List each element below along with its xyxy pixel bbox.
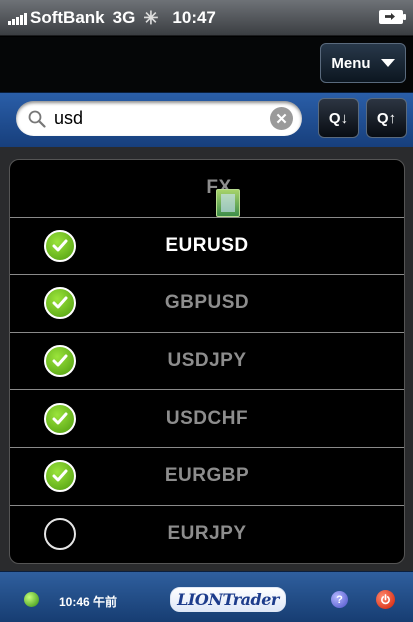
signal-strength-icon: [8, 11, 27, 25]
list-item[interactable]: EURGBP: [10, 448, 404, 506]
checkmark-icon[interactable]: [44, 229, 76, 262]
checkmark-icon[interactable]: [44, 460, 76, 493]
carrier-name: SoftBank: [30, 7, 105, 27]
clock: 10:47: [172, 7, 216, 27]
footer-bar: 10:46 午前 LIONTrader ?: [0, 571, 413, 622]
currency-pair-list: FX EURUSD GBPUSD USDJPY USDCHF: [9, 159, 405, 564]
battery-charging-icon: [379, 10, 406, 24]
sort-descending-label: Q↓: [328, 109, 349, 127]
last-update-time: 10:46 午前: [59, 595, 118, 609]
list-item[interactable]: EURUSD: [10, 218, 404, 276]
unchecked-circle-icon[interactable]: [44, 518, 76, 551]
list-item[interactable]: GBPUSD: [10, 275, 404, 333]
search-input[interactable]: [52, 107, 256, 130]
list-item[interactable]: EURJPY: [10, 506, 404, 563]
search-sort-ascending-button[interactable]: Q↑: [366, 98, 407, 138]
network-type: 3G: [112, 7, 136, 27]
sort-ascending-label: Q↑: [376, 109, 397, 127]
clear-search-button[interactable]: ✕: [270, 107, 293, 130]
list-item-label: EURGBP: [164, 465, 250, 487]
search-bar: ✕ Q↓ Q↑: [0, 92, 413, 147]
search-sort-descending-button[interactable]: Q↓: [318, 98, 359, 138]
activity-spinner-icon: ✳: [143, 7, 159, 28]
list-item-label: USDJPY: [167, 350, 247, 372]
logo-text: LIONTrader: [170, 586, 286, 612]
list-item-label: USDCHF: [165, 407, 249, 429]
list-item-label: EURJPY: [167, 523, 247, 545]
connection-status-icon: [24, 592, 39, 607]
liontrader-logo: LIONTrader: [158, 584, 298, 614]
power-button[interactable]: [376, 590, 395, 609]
list-item[interactable]: USDJPY: [10, 333, 404, 391]
help-icon: ?: [336, 593, 343, 606]
folder-icon: [216, 188, 241, 217]
caret-down-icon: [380, 59, 395, 67]
checkmark-icon[interactable]: [44, 345, 76, 378]
list-area: FX EURUSD GBPUSD USDJPY USDCHF: [0, 147, 413, 571]
list-header-row[interactable]: FX: [10, 160, 404, 218]
search-field[interactable]: ✕: [16, 101, 302, 136]
power-icon: [381, 594, 390, 605]
checkmark-icon[interactable]: [44, 287, 76, 320]
list-item-label: EURUSD: [165, 234, 249, 256]
status-bar: SoftBank 3G ✳ 10:47: [0, 0, 413, 36]
checkmark-icon[interactable]: [44, 402, 76, 435]
navigation-bar: Menu: [0, 37, 413, 92]
list-item-label: GBPUSD: [164, 292, 250, 314]
menu-button[interactable]: Menu: [320, 43, 406, 83]
menu-button-label: Menu: [331, 54, 371, 72]
search-icon: [28, 110, 46, 128]
help-button[interactable]: ?: [331, 591, 348, 608]
list-item[interactable]: USDCHF: [10, 390, 404, 448]
